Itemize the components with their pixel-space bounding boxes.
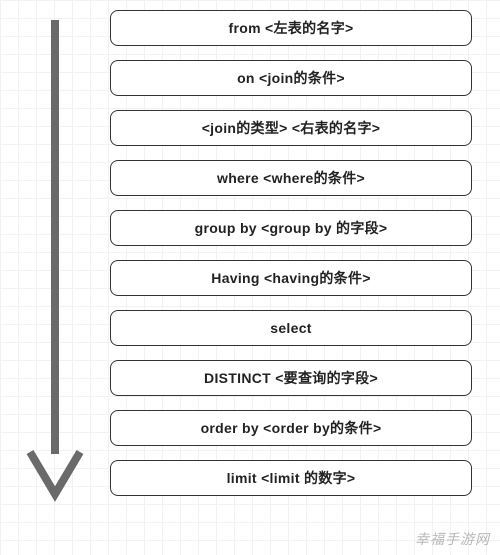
step-group-by: group by <group by 的字段> [110, 210, 472, 246]
step-distinct: DISTINCT <要查询的字段> [110, 360, 472, 396]
step-order-by: order by <order by的条件> [110, 410, 472, 446]
diagram-container: from <左表的名字> on <join的条件> <join的类型> <右表的… [0, 10, 500, 502]
step-join: <join的类型> <右表的名字> [110, 110, 472, 146]
arrow-column [0, 10, 110, 502]
watermark-text: 幸福手游网 [415, 529, 490, 549]
down-arrow-icon [20, 14, 90, 502]
step-limit: limit <limit 的数字> [110, 460, 472, 496]
step-on: on <join的条件> [110, 60, 472, 96]
step-where: where <where的条件> [110, 160, 472, 196]
step-from: from <左表的名字> [110, 10, 472, 46]
steps-list: from <左表的名字> on <join的条件> <join的类型> <右表的… [110, 10, 500, 502]
step-select: select [110, 310, 472, 346]
step-having: Having <having的条件> [110, 260, 472, 296]
